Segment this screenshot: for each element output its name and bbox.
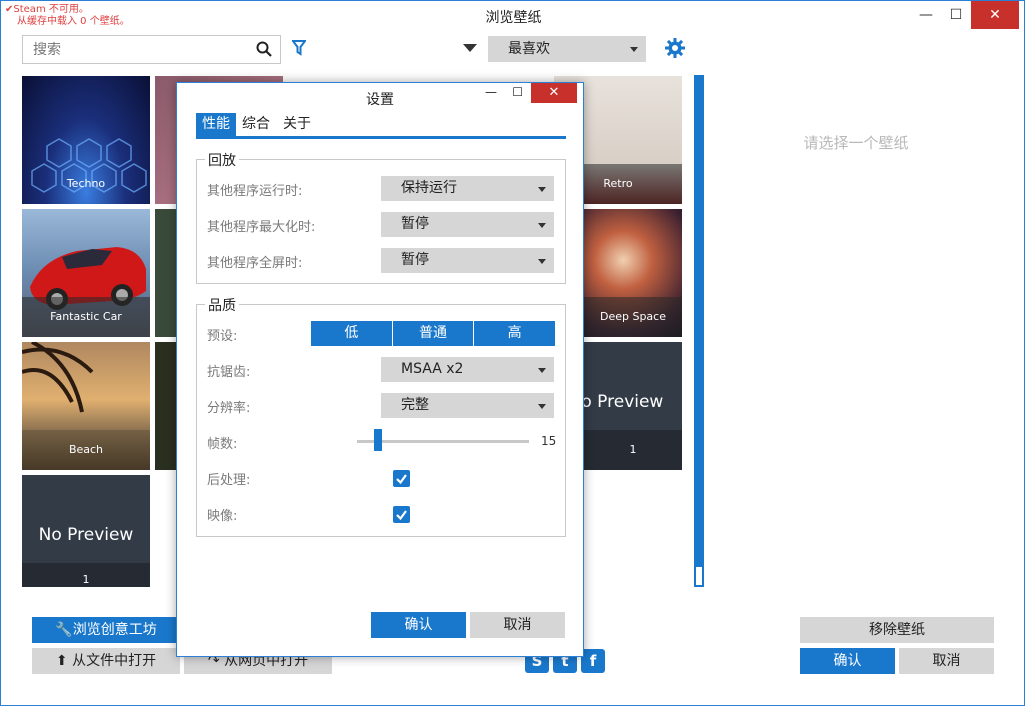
search-input[interactable] <box>23 36 243 63</box>
resolution-select-value: 完整 <box>401 397 429 413</box>
resolution-label: 分辨率: <box>207 401 251 416</box>
antialiasing-select[interactable]: MSAA x2 <box>381 357 554 382</box>
settings-tabs: 性能 综合 关于 <box>196 113 566 139</box>
chevron-down-icon <box>630 47 638 52</box>
checkmark-icon <box>396 510 407 521</box>
sort-direction-icon[interactable] <box>463 44 477 52</box>
tile-count: 1 <box>584 430 682 470</box>
filter-icon[interactable] <box>291 40 307 60</box>
app-window: ✔Steam 不可用。 从缓存中载入 0 个壁纸。 浏览壁纸 — ☐ ✕ 最喜欢 <box>0 0 1025 706</box>
checkmark-icon <box>396 474 407 485</box>
reflection-checkbox[interactable] <box>393 506 410 523</box>
fullscreen-select-value: 暂停 <box>401 252 429 268</box>
chevron-down-icon <box>538 368 546 373</box>
window-title: 浏览壁纸 <box>485 10 542 26</box>
preset-low-button[interactable]: 低 <box>311 321 392 346</box>
dialog-close-button[interactable]: ✕ <box>531 83 577 103</box>
chevron-down-icon <box>538 259 546 264</box>
playback-group: 回放 其他程序运行时: 保持运行 其他程序最大化时: 暂停 其他程序全屏时: 暂… <box>196 150 566 284</box>
close-button[interactable]: ✕ <box>971 1 1019 29</box>
search-box <box>22 35 281 64</box>
cancel-button[interactable]: 取消 <box>899 648 994 674</box>
wrench-icon: 🔧 <box>55 622 73 638</box>
maximized-label: 其他程序最大化时: <box>207 220 316 235</box>
maximized-select[interactable]: 暂停 <box>381 212 554 237</box>
tab-performance[interactable]: 性能 <box>196 113 236 136</box>
wallpaper-tile[interactable]: Deep Space <box>584 209 682 337</box>
open-file-label: 从文件中打开 <box>72 653 157 669</box>
preset-label: 预设: <box>207 329 238 344</box>
chevron-down-icon <box>538 404 546 409</box>
wallpaper-tile[interactable] <box>155 342 177 470</box>
open-file-button[interactable]: ⬆ 从文件中打开 <box>32 648 180 674</box>
chevron-down-icon <box>538 223 546 228</box>
tile-label: No Preview <box>584 392 664 412</box>
fps-label: 帧数: <box>207 437 238 452</box>
wallpaper-tile[interactable]: No Preview 1 <box>22 475 150 587</box>
fps-value: 15 <box>541 434 557 448</box>
wallpaper-tile[interactable]: Fantastic Car <box>22 209 150 337</box>
tile-label: Fantastic Car <box>22 297 150 337</box>
settings-dialog: 设置 — ☐ ✕ 性能 综合 关于 回放 其他程序运行时: 保持运行 其他程序最… <box>176 82 584 657</box>
browse-workshop-label: 浏览创意工坊 <box>72 622 157 638</box>
search-icon[interactable] <box>256 41 272 61</box>
tile-label: No Preview <box>38 525 134 545</box>
preset-high-button[interactable]: 高 <box>473 321 555 346</box>
tile-label: Beach <box>22 430 150 470</box>
preset-normal-button[interactable]: 普通 <box>391 321 474 346</box>
tab-general[interactable]: 综合 <box>236 113 276 136</box>
fullscreen-select[interactable]: 暂停 <box>381 248 554 273</box>
wallpaper-tile[interactable]: Techno <box>22 76 150 204</box>
maximize-button[interactable]: ☐ <box>939 1 973 29</box>
dialog-cancel-button[interactable]: 取消 <box>470 612 565 638</box>
dialog-maximize-button[interactable]: ☐ <box>512 85 523 99</box>
running-label: 其他程序运行时: <box>207 184 303 199</box>
post-processing-label: 后处理: <box>207 473 251 488</box>
wallpaper-tile[interactable]: No Preview 1 <box>584 342 682 470</box>
upload-icon: ⬆ <box>55 653 73 669</box>
tile-count: 1 <box>22 563 150 587</box>
running-select-value: 保持运行 <box>401 180 457 196</box>
sort-select[interactable]: 最喜欢 <box>488 36 646 62</box>
tile-label: Deep Space <box>584 297 682 337</box>
fullscreen-label: 其他程序全屏时: <box>207 256 303 271</box>
resolution-select[interactable]: 完整 <box>381 393 554 418</box>
facebook-icon[interactable]: f <box>581 649 605 673</box>
wallpaper-tile[interactable]: Beach <box>22 342 150 470</box>
reflection-label: 映像: <box>207 509 238 524</box>
running-select[interactable]: 保持运行 <box>381 176 554 201</box>
grid-scrollbar[interactable] <box>694 75 704 587</box>
preset-selector: 低 普通 高 <box>311 321 555 346</box>
gear-icon[interactable] <box>665 38 685 62</box>
minimize-button[interactable]: — <box>909 1 943 29</box>
ok-button[interactable]: 确认 <box>800 648 895 674</box>
scrollbar-thumb[interactable] <box>696 567 702 585</box>
fps-slider[interactable] <box>357 440 529 443</box>
sort-select-value: 最喜欢 <box>508 41 550 57</box>
quality-group-title: 品质 <box>205 295 239 315</box>
antialiasing-label: 抗锯齿: <box>207 365 251 380</box>
wallpaper-tile[interactable] <box>155 209 177 337</box>
chevron-down-icon <box>538 187 546 192</box>
tile-label: Techno <box>66 177 106 190</box>
tab-about[interactable]: 关于 <box>277 113 317 136</box>
empty-selection-text: 请选择一个壁纸 <box>803 134 909 152</box>
dialog-minimize-button[interactable]: — <box>485 85 497 99</box>
dialog-ok-button[interactable]: 确认 <box>371 612 466 638</box>
browse-workshop-button[interactable]: 🔧浏览创意工坊 <box>32 617 180 643</box>
playback-group-title: 回放 <box>205 150 239 170</box>
quality-group: 品质 预设: 低 普通 高 抗锯齿: MSAA x2 分辨率: 完整 帧数: 1… <box>196 295 566 537</box>
maximized-select-value: 暂停 <box>401 216 429 232</box>
fps-slider-thumb[interactable] <box>373 429 382 451</box>
post-processing-checkbox[interactable] <box>393 470 410 487</box>
antialiasing-select-value: MSAA x2 <box>401 361 464 377</box>
remove-wallpaper-button[interactable]: 移除壁纸 <box>800 617 994 643</box>
